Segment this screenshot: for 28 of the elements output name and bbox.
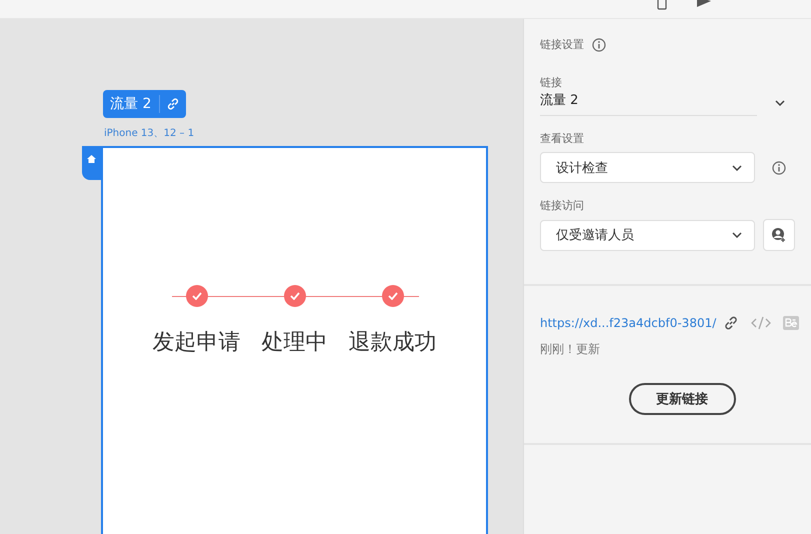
step-label: 发起申请 <box>152 329 240 357</box>
link-access-dropdown[interactable]: 仅受邀请人员 <box>540 220 755 250</box>
flow-tag[interactable]: 流量 2 <box>103 90 186 118</box>
link-icon[interactable] <box>166 97 180 111</box>
person-add-icon <box>771 227 787 243</box>
flow-label: 流量 2 <box>103 95 160 113</box>
link-icon[interactable] <box>723 315 739 331</box>
section-title: 链接设置 <box>540 37 584 52</box>
home-tab[interactable] <box>82 146 101 180</box>
invite-person-button[interactable] <box>763 219 795 251</box>
update-link-button[interactable]: 更新链接 <box>628 383 736 415</box>
chevron-down-icon <box>775 100 785 106</box>
field-label: 链接 <box>540 75 563 90</box>
link-dropdown[interactable]: 流量 2 <box>540 90 757 116</box>
field-label: 链接访问 <box>540 198 585 213</box>
share-link[interactable]: https://xd...f23a4dcbf0-3801/ <box>540 316 716 330</box>
field-label: 查看设置 <box>540 131 585 146</box>
info-icon[interactable] <box>592 38 606 52</box>
chevron-down-icon <box>732 164 742 170</box>
info-icon[interactable] <box>772 160 786 174</box>
artboard-name: iPhone 13、12 – 1 <box>104 127 194 140</box>
step-label: 退款成功 <box>348 329 436 357</box>
update-status: 刚刚！更新 <box>540 342 600 356</box>
home-icon <box>87 155 96 163</box>
chevron-down-icon <box>732 232 742 238</box>
step-label: 处理中 <box>262 329 328 357</box>
view-settings-dropdown[interactable]: 设计检查 <box>540 152 755 183</box>
play-icon[interactable] <box>697 0 711 8</box>
